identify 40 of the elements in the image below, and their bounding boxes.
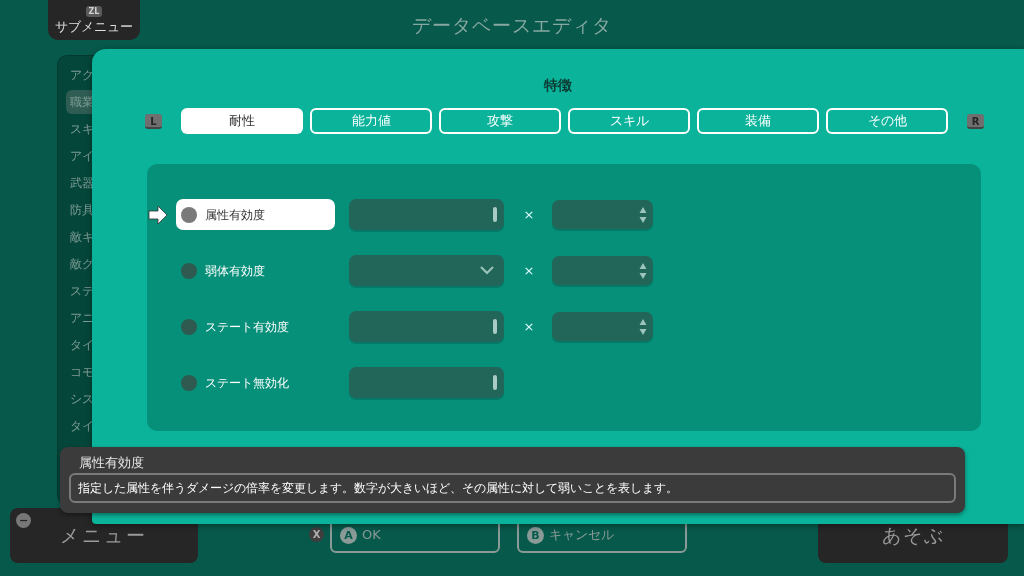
multiply-sign: × bbox=[523, 317, 535, 336]
input-field[interactable] bbox=[349, 199, 504, 230]
chevron-down-icon bbox=[480, 266, 494, 275]
help-title: 属性有効度 bbox=[79, 454, 145, 471]
pointer-arrow-icon bbox=[148, 204, 168, 225]
tab[interactable]: 能力値 bbox=[310, 108, 432, 134]
tab[interactable]: 耐性 bbox=[181, 108, 303, 134]
number-spinner[interactable] bbox=[552, 312, 653, 341]
spinner-arrows-icon bbox=[639, 205, 647, 224]
multiply-sign: × bbox=[523, 205, 535, 224]
help-text: 指定した属性を伴うダメージの倍率を変更します。数字が大きいほど、その属性に対して弱いことを表します。 bbox=[69, 473, 956, 503]
multiply-sign: × bbox=[523, 261, 535, 280]
shoulder-key: L bbox=[145, 113, 162, 129]
text-cursor-icon bbox=[493, 375, 497, 390]
option-item[interactable]: ステート無効化 bbox=[176, 367, 335, 398]
dialog-title: 特徴 bbox=[542, 76, 573, 95]
tab[interactable]: 攻撃 bbox=[439, 108, 561, 134]
option-item[interactable]: 属性有効度 bbox=[176, 199, 335, 230]
screen-title: データベースエディタ bbox=[412, 13, 612, 38]
key-badge: ZL bbox=[85, 6, 103, 17]
tab[interactable]: スキル bbox=[568, 108, 690, 134]
tab[interactable]: その他 bbox=[826, 108, 948, 134]
key-badge: A bbox=[340, 526, 357, 544]
tab[interactable]: 装備 bbox=[697, 108, 819, 134]
input-field[interactable] bbox=[349, 367, 504, 398]
number-spinner[interactable] bbox=[552, 256, 653, 285]
number-spinner[interactable] bbox=[552, 200, 653, 229]
option-item[interactable]: ステート有効度 bbox=[176, 311, 335, 342]
text-cursor-icon bbox=[493, 319, 497, 334]
key-badge: − bbox=[16, 513, 31, 528]
option-item[interactable]: 弱体有効度 bbox=[176, 255, 335, 286]
spinner-arrows-icon bbox=[639, 261, 647, 280]
input-field[interactable] bbox=[349, 311, 504, 342]
spinner-arrows-icon bbox=[639, 317, 647, 336]
text-cursor-icon bbox=[493, 207, 497, 222]
key-badge: X bbox=[309, 527, 324, 542]
key-badge: B bbox=[527, 526, 544, 544]
submenu-button[interactable]: ZL サブメニュー bbox=[48, 0, 140, 40]
shoulder-key: R bbox=[967, 113, 984, 129]
dropdown-field[interactable] bbox=[349, 255, 504, 286]
